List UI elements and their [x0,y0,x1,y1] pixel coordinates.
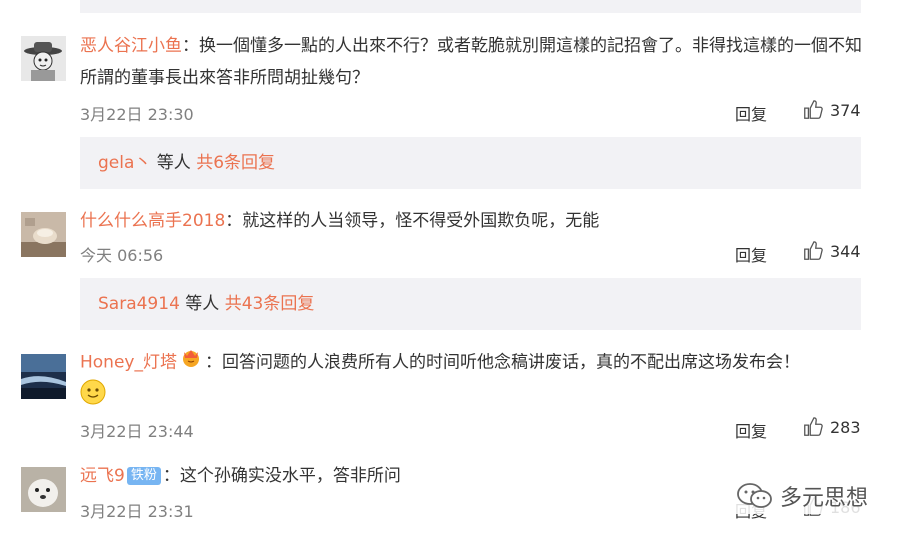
reply-count-link[interactable]: 共6条回复 [196,153,275,173]
avatar[interactable] [21,212,66,257]
comment-text: 什么什么高手2018：就这样的人当领导，怪不得受外国欺负呢，无能 [80,205,870,237]
like-count: 283 [830,417,861,437]
watermark-text: 多元思想 [780,486,869,511]
previous-reply-box [80,0,861,13]
reply-summary[interactable]: gela丶 等人 共6条回复 [80,137,861,189]
reply-button[interactable]: 回复 [735,242,767,266]
reply-count-link[interactable]: 共43条回复 [225,294,315,314]
reply-summary-text: 等人 [151,153,197,173]
wechat-icon [737,483,772,508]
reply-username[interactable]: Sara4914 [98,294,180,314]
reply-button[interactable]: 回复 [735,101,767,125]
comment-body: ：就这样的人当领导，怪不得受外国欺负呢，无能 [225,211,600,231]
fan-badge: 铁粉 [126,467,161,485]
reply-button[interactable]: 回复 [735,418,767,442]
username-link[interactable]: 远飞9 [80,466,125,486]
comment-timestamp: 3月22日 23:44 [80,422,194,441]
like-button[interactable]: 283 [802,416,861,438]
avatar[interactable] [21,36,66,81]
username-link[interactable]: 什么什么高手2018 [80,211,225,231]
comment-body: ：换一個懂多一點的人出來不行？或者乾脆就別開這樣的記招會了。非得找這樣的一個不知… [80,36,862,88]
comment-timestamp: 3月22日 23:31 [80,502,194,521]
comment-timestamp: 今天 06:56 [80,246,164,265]
thumbs-up-icon [804,417,823,436]
avatar[interactable] [21,467,66,512]
like-button[interactable]: 374 [802,99,861,121]
reply-summary[interactable]: Sara4914 等人 共43条回复 [80,278,861,330]
like-count: 344 [830,241,861,261]
thumbs-up-icon [804,241,823,260]
comment-body: ：回答问题的人浪费所有人的时间听他念稿讲废话，真的不配出席这场发布会！ [204,352,800,373]
like-button[interactable]: 344 [802,240,861,262]
comment-text: Honey_灯塔 ：回答问题的人浪费所有人的时间听他念稿讲废话，真的不配出席这场… [80,346,870,416]
avatar[interactable] [21,354,66,399]
username-link[interactable]: Honey_灯塔 [80,353,177,373]
thumbs-up-icon [804,100,823,119]
reply-username[interactable]: gela丶 [98,153,151,173]
crown-badge-icon [179,346,203,379]
comment-body: ：这个孙确实没水平，答非所问 [162,466,401,486]
watermark: 多元思想 [730,478,875,514]
like-count: 374 [830,100,861,120]
reply-summary-text: 等人 [179,294,225,314]
comment-text: 恶人谷江小鱼：换一個懂多一點的人出來不行？或者乾脆就別開這樣的記招會了。非得找這… [80,30,870,94]
comment-timestamp: 3月22日 23:30 [80,105,194,124]
username-link[interactable]: 恶人谷江小鱼 [80,36,182,56]
smile-emoji-icon [80,379,106,416]
